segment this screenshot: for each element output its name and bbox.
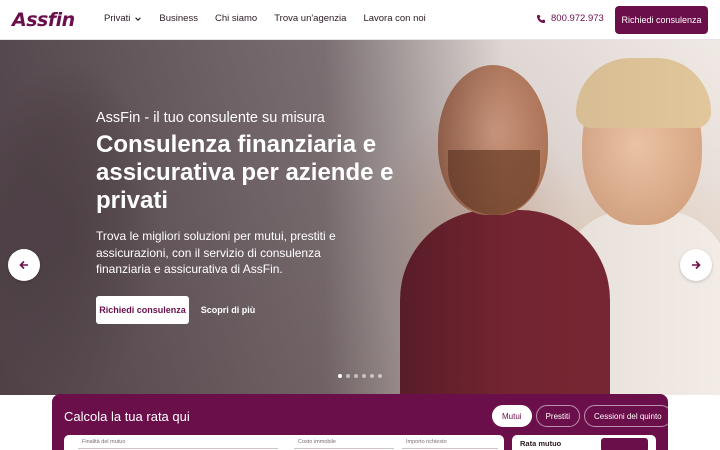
carousel-next-button[interactable] (680, 249, 712, 281)
calcola-button[interactable] (601, 438, 648, 450)
rata-calculator: Calcola la tua rata qui Mutui Prestiti C… (52, 394, 672, 450)
site-header: Assfin Privati Business Chi siamo Trova … (0, 0, 720, 40)
carousel-dot[interactable] (338, 374, 342, 378)
calculator-result: Rata mutuo (512, 435, 656, 450)
hero-richiedi-consulenza-button[interactable]: Richiedi consulenza (96, 296, 189, 324)
calculator-title: Calcola la tua rata qui (64, 409, 190, 424)
arrow-left-icon (19, 260, 28, 270)
phone-icon (537, 14, 545, 23)
nav-item-chi-siamo[interactable]: Chi siamo (215, 13, 257, 24)
nav-item-label: Business (159, 13, 198, 24)
logo[interactable]: Assfin (12, 9, 75, 31)
carousel-dot[interactable] (370, 374, 374, 378)
calculator-tabs: Mutui Prestiti Cessioni del quinto (492, 405, 672, 427)
nav-item-trova-agenzia[interactable]: Trova un'agenzia (274, 13, 346, 24)
importo-richiesto-label: Importo richiesto (406, 439, 447, 445)
calculator-form: Finalità del mutuo Costo immobile Import… (64, 435, 504, 450)
nav-item-business[interactable]: Business (159, 13, 198, 24)
nav-item-label: Chi siamo (214, 13, 258, 24)
costo-immobile-label: Costo immobile (298, 439, 336, 445)
costo-immobile-field[interactable] (294, 448, 394, 449)
hero-overlay (0, 40, 720, 395)
carousel-dot[interactable] (354, 374, 358, 378)
nav-item-privati[interactable]: Privati (104, 13, 142, 24)
hero-scopri-di-piu-button[interactable]: Scopri di più (196, 296, 260, 324)
tab-mutui[interactable]: Mutui (492, 405, 532, 427)
hero-description: Trova le migliori soluzioni per mutui, p… (96, 229, 336, 276)
rata-mutuo-label: Rata mutuo (520, 439, 562, 448)
hero-title: Consulenza finanziaria e assicurativa pe… (96, 131, 394, 214)
carousel-dot[interactable] (362, 374, 366, 378)
importo-richiesto-field[interactable] (402, 448, 498, 449)
nav-item-label: Trova un'agenzia (274, 13, 347, 24)
carousel-dots (338, 374, 382, 378)
phone-link[interactable]: 800.972.973 (536, 13, 604, 24)
nav-item-label: Lavora con noi (363, 13, 426, 24)
tab-cessioni-del-quinto[interactable]: Cessioni del quinto (584, 405, 672, 427)
hero-banner: AssFin - il tuo consulente su misura Con… (0, 40, 720, 395)
finalita-mutuo-field[interactable] (78, 448, 278, 449)
arrow-right-icon (692, 260, 701, 270)
chevron-down-icon (135, 16, 142, 21)
main-nav: Privati Business Chi siamo Trova un'agen… (104, 13, 443, 24)
nav-item-lavora-con-noi[interactable]: Lavora con noi (363, 13, 425, 24)
carousel-dot[interactable] (346, 374, 350, 378)
hero-eyebrow: AssFin - il tuo consulente su misura (96, 110, 325, 126)
logo-text: Assfin (12, 9, 75, 31)
carousel-prev-button[interactable] (8, 249, 40, 281)
nav-item-label: Privati (104, 13, 131, 24)
phone-number: 800.972.973 (551, 13, 604, 24)
tab-prestiti[interactable]: Prestiti (535, 405, 581, 427)
richiedi-consulenza-button[interactable]: Richiedi consulenza (615, 6, 708, 34)
finalita-mutuo-label: Finalità del mutuo (82, 439, 126, 445)
carousel-dot[interactable] (378, 374, 382, 378)
